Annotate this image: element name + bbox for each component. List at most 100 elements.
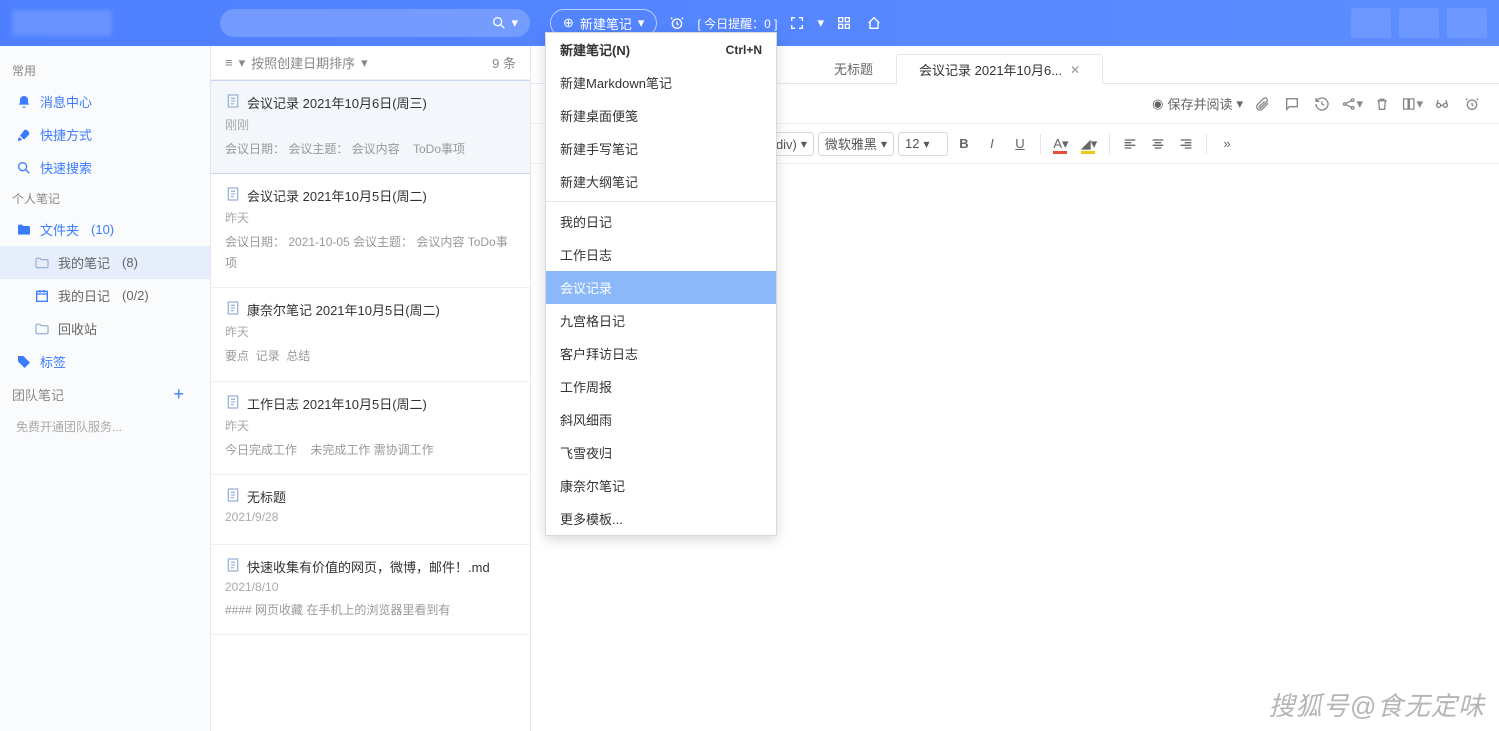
dropdown-item[interactable]: 更多模板...: [546, 502, 776, 535]
note-card[interactable]: 工作日志 2021年10月5日(周二)昨天今日完成工作 ​ ​ ​ 未完成工作 …: [211, 382, 530, 475]
apps-icon[interactable]: [834, 13, 854, 33]
maximize-button[interactable]: [1399, 8, 1439, 38]
sidebar-folder[interactable]: 文件夹 (10): [0, 213, 210, 246]
sidebar-tags-label: 标签: [40, 352, 66, 371]
note-list: ≡ ▾ 按照创建日期排序 ▾ 9 条 会议记录 2021年10月6日(周三)刚刚…: [211, 46, 531, 731]
document-icon: [225, 394, 241, 413]
share-icon[interactable]: ▾: [1341, 93, 1363, 115]
underline-icon[interactable]: U: [1008, 132, 1032, 156]
dropdown-item[interactable]: 客户拜访日志: [546, 337, 776, 370]
dropdown-item[interactable]: 斜风细雨: [546, 403, 776, 436]
dropdown-item[interactable]: 九宫格日记: [546, 304, 776, 337]
history-icon[interactable]: [1311, 93, 1333, 115]
comment-icon[interactable]: [1281, 93, 1303, 115]
alarm-icon[interactable]: [667, 13, 687, 33]
note-time: 昨天: [225, 209, 516, 226]
team-promo-link[interactable]: 免费开通团队服务...: [0, 411, 210, 442]
sidebar-subfolder[interactable]: 我的笔记(8): [0, 246, 210, 279]
font-select[interactable]: 微软雅黑▾: [818, 132, 894, 156]
minimize-button[interactable]: [1351, 8, 1391, 38]
sidebar-subfolder[interactable]: 我的日记(0/2): [0, 279, 210, 312]
tab[interactable]: 无标题: [811, 53, 896, 83]
chevron-down-icon: ▾: [638, 15, 645, 31]
dropdown-item-label: 工作周报: [560, 377, 612, 396]
size-select[interactable]: 12▾: [898, 132, 948, 156]
close-icon[interactable]: ✕: [1070, 63, 1080, 77]
save-and-read-button[interactable]: ◉ 保存并阅读 ▾: [1152, 94, 1243, 113]
close-button[interactable]: [1447, 8, 1487, 38]
dropdown-item[interactable]: 我的日记: [546, 205, 776, 238]
note-card[interactable]: 会议记录 2021年10月5日(周二)昨天会议日期： 2021-10-05 会议…: [211, 174, 530, 288]
sidebar-section-common: 常用: [0, 56, 210, 85]
document-icon: [225, 300, 241, 319]
note-card[interactable]: 无标题 2021/9/28: [211, 475, 530, 545]
align-right-icon[interactable]: [1174, 132, 1198, 156]
note-title: 无标题: [247, 487, 286, 506]
document-icon: [225, 186, 241, 205]
book-icon[interactable]: ▾: [1401, 93, 1423, 115]
dropdown-item-label: 九宫格日记: [560, 311, 625, 330]
document-icon: [225, 487, 241, 506]
folder-icon: [16, 222, 32, 238]
note-card[interactable]: 会议记录 2021年10月6日(周三)刚刚会议日期： 会议主题：​ 会议内容 ​…: [211, 80, 530, 174]
bold-icon[interactable]: B: [952, 132, 976, 156]
sidebar-section-team: 团队笔记 +: [0, 378, 210, 411]
glasses-icon[interactable]: [1431, 93, 1453, 115]
dropdown-item[interactable]: 工作周报: [546, 370, 776, 403]
sidebar-item[interactable]: 快捷方式: [0, 118, 210, 151]
chevron-down-icon[interactable]: ▾: [239, 55, 246, 71]
new-note-label: 新建笔记: [580, 14, 632, 33]
window-controls: [1351, 8, 1487, 38]
sort-dropdown[interactable]: 按照创建日期排序: [251, 53, 355, 72]
font-color-icon[interactable]: A▾: [1049, 132, 1073, 156]
reminder-today[interactable]: [ 今日提醒：0 ]: [697, 15, 777, 32]
document-icon: [225, 93, 241, 112]
chevron-down-icon[interactable]: ▾: [361, 55, 368, 71]
chevron-down-icon: ▾: [511, 15, 518, 31]
chevron-down-icon: ▾: [1236, 96, 1243, 112]
dropdown-item[interactable]: 飞雪夜归: [546, 436, 776, 469]
add-team-button[interactable]: +: [173, 384, 184, 405]
note-excerpt: #### 网页收藏 在手机上的浏览器里看到有: [225, 600, 516, 620]
dropdown-item[interactable]: 新建桌面便笺: [546, 99, 776, 132]
tag-icon: [16, 354, 32, 370]
tab-label: 无标题: [834, 59, 873, 78]
tab[interactable]: 会议记录 2021年10月6... ✕: [896, 54, 1103, 84]
sidebar-subfolder[interactable]: 回收站: [0, 312, 210, 345]
sidebar-item[interactable]: 快速搜索: [0, 151, 210, 184]
note-time: 2021/8/10: [225, 580, 516, 594]
fullscreen-icon[interactable]: [787, 13, 807, 33]
dropdown-item[interactable]: 工作日志: [546, 238, 776, 271]
dropdown-item[interactable]: 新建大纲笔记: [546, 165, 776, 198]
home-icon[interactable]: [864, 13, 884, 33]
highlight-icon[interactable]: ◢▾: [1077, 132, 1101, 156]
dropdown-item[interactable]: 新建Markdown笔记: [546, 66, 776, 99]
note-card[interactable]: 快速收集有价值的网页，微博，邮件！.md2021/8/10#### 网页收藏 在…: [211, 545, 530, 635]
sidebar-item[interactable]: 消息中心: [0, 85, 210, 118]
sidebar-tags[interactable]: 标签: [0, 345, 210, 378]
dropdown-item[interactable]: 会议记录: [546, 271, 776, 304]
note-time: 2021/9/28: [225, 510, 516, 524]
sidebar-folder-label: 文件夹: [40, 220, 79, 239]
dropdown-item[interactable]: 新建手写笔记: [546, 132, 776, 165]
align-left-icon[interactable]: [1118, 132, 1142, 156]
more-toolbar-icon[interactable]: »: [1215, 132, 1239, 156]
italic-icon[interactable]: I: [980, 132, 1004, 156]
chevron-down-icon[interactable]: ▾: [817, 15, 824, 31]
delete-icon[interactable]: [1371, 93, 1393, 115]
attachment-icon[interactable]: [1251, 93, 1273, 115]
dropdown-item[interactable]: 康奈尔笔记: [546, 469, 776, 502]
note-excerpt: 会议日期： 会议主题：​ 会议内容 ​ ​ ​ ToDo事项: [225, 139, 516, 159]
search-input[interactable]: ▾: [220, 9, 530, 37]
note-title: 会议记录 2021年10月6日(周三): [247, 93, 427, 112]
search-icon[interactable]: ▾: [491, 15, 518, 31]
dropdown-item-label: 更多模板...: [560, 509, 623, 528]
list-header: ≡ ▾ 按照创建日期排序 ▾ 9 条: [211, 46, 530, 80]
align-center-icon[interactable]: [1146, 132, 1170, 156]
dropdown-item-label: 会议记录: [560, 278, 612, 297]
note-card[interactable]: 康奈尔笔记 2021年10月5日(周二)昨天要点 ​ 记录 ​ 总结 ​: [211, 288, 530, 381]
alarm-icon[interactable]: [1461, 93, 1483, 115]
dropdown-item[interactable]: 新建笔记(N)Ctrl+N: [546, 33, 776, 66]
tab-label: 会议记录 2021年10月6...: [919, 60, 1062, 79]
menu-icon[interactable]: ≡: [225, 55, 233, 70]
